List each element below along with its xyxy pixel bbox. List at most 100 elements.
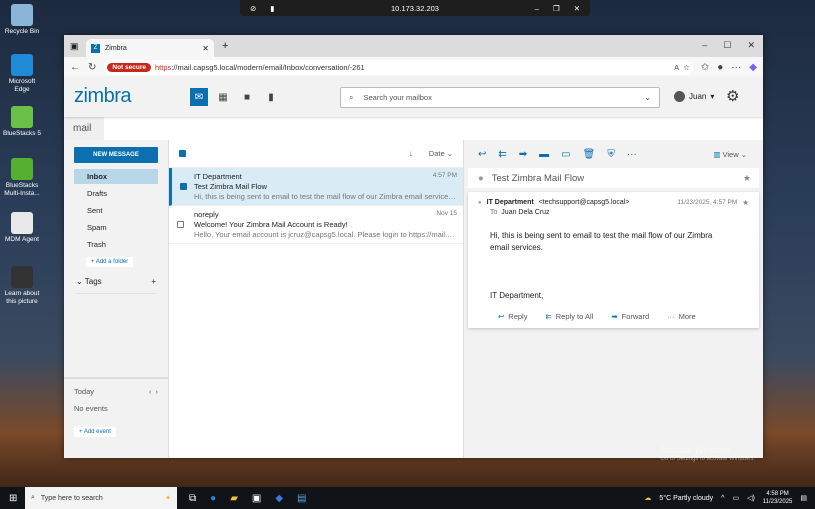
favorite-icon[interactable]: ☆ [683,63,690,72]
favorites-icon[interactable]: ✩ [701,62,709,73]
weather-text[interactable]: 5°C Partly cloudy [659,495,713,502]
new-tab-icon[interactable]: + [222,40,228,52]
store-icon[interactable]: ▣ [252,493,261,504]
more-actions-icon[interactable]: ··· [627,149,637,160]
desktop-icon[interactable]: Microsoft Edge [2,54,42,94]
move-icon[interactable]: ▭ [561,149,570,160]
new-message-button[interactable]: NEW MESSAGE [74,147,158,163]
not-secure-badge[interactable]: Not secure [107,62,151,72]
more-button[interactable]: ··· More [667,312,696,321]
reply-all-button[interactable]: ⇇ Reply to All [545,312,593,321]
sender-name[interactable]: IT Department [487,199,534,206]
folder-item[interactable]: Sent [74,203,158,218]
row-subject: Welcome! Your Zimbra Mail Account is Rea… [194,220,348,229]
message-row[interactable]: IT Department Test Zimbra Mail Flow Hi, th… [169,168,463,206]
search-input[interactable]: ⌕ Search your mailbox ⌄ [340,87,660,108]
taskbar-search[interactable]: ⌕ Type here to search ✦ [25,487,177,509]
gear-icon[interactable]: ⚙ [726,87,739,105]
desktop-icon[interactable]: Recycle Bin [2,4,42,36]
user-menu[interactable]: Juan ▾ [674,91,714,102]
select-all-checkbox[interactable] [179,150,186,157]
forward-button[interactable]: ➡ Forward [611,312,649,321]
star-icon[interactable]: ★ [743,173,751,184]
restore-icon[interactable]: ❐ [553,4,560,13]
desktop-icon-label: MDM Agent [5,236,39,243]
reply-icon[interactable]: ↩ [478,149,486,160]
row-checkbox[interactable] [180,183,187,190]
add-tag-icon[interactable]: + [151,277,156,286]
calendar-app-icon[interactable]: ▦ [214,88,232,106]
message-date: 11/23/2025, 4:57 PM [677,199,738,206]
folder-item[interactable]: Inbox [74,169,158,184]
reply-all-icon[interactable]: ⇇ [498,149,506,160]
tags-toggle[interactable]: ⌄ Tags [76,277,102,286]
desktop-icon[interactable]: BlueStacks Multi-Insta... [2,158,42,198]
tab-actions-icon[interactable]: ▣ [70,41,79,52]
star-icon[interactable]: ★ [742,198,749,207]
add-event-button[interactable]: + Add event [74,427,116,437]
tray-chevron-icon[interactable]: ^ [721,495,724,502]
start-icon[interactable]: ⊞ [9,493,17,504]
mail-app-icon[interactable]: ✉ [190,88,208,106]
watermark-text: Go to Settings to activate Windows. [660,456,755,462]
dot-icon: ● [478,172,484,184]
mail-taskbar-icon[interactable]: ◆ [275,493,283,504]
desktop-icon[interactable]: Learn about this picture [2,266,42,306]
minimize-icon[interactable]: – [535,4,539,13]
close-window-icon[interactable]: ✕ [747,40,755,51]
view-dropdown[interactable]: ▥ View ⌄ [713,150,747,159]
tab-zimbra[interactable]: Z Zimbra ✕ [86,39,214,57]
back-icon[interactable]: ← [70,62,80,73]
refresh-icon[interactable]: ↻ [88,62,96,73]
chevron-down-icon[interactable]: ⌄ [644,93,651,102]
edge-taskbar-icon[interactable]: ● [210,493,216,504]
action-label: Reply [508,312,528,321]
file-explorer-icon[interactable]: ▰ [230,493,238,504]
zimbra-logo[interactable]: zimbra [74,85,132,108]
delete-icon[interactable]: 🗑 [583,149,596,160]
remote-app-icon[interactable]: ▤ [297,493,306,504]
folder-item[interactable]: Drafts [74,186,158,201]
close-tab-icon[interactable]: ✕ [202,44,209,53]
read-aloud-icon[interactable]: A [674,63,679,72]
message: ● IT Department <techsupport@capsg5.local>… [468,192,759,328]
row-subject: Test Zimbra Mail Flow [194,182,267,191]
folder-item[interactable]: Spam [74,220,158,235]
taskbar: ⊞ ⌕ Type here to search ✦ ⧉ ● ▰ ▣ ◆ ▤ ☁ 5°C Part… [0,487,815,509]
row-checkbox[interactable] [177,221,184,228]
more-icon: ··· [667,312,675,321]
sort-direction-icon[interactable]: ↓ [409,149,413,158]
copilot-icon[interactable]: ◆ [749,62,757,73]
desktop-icon[interactable]: BlueStacks 5 [2,106,42,138]
forward-icon[interactable]: ➡ [519,149,527,160]
close-icon[interactable]: ✕ [574,4,580,13]
recipient[interactable]: Juan Dela Cruz [501,209,549,216]
add-folder-button[interactable]: + Add a folder [86,257,134,267]
maximize-window-icon[interactable]: ☐ [723,40,731,51]
signature: IT Department, [490,291,544,300]
pin-icon[interactable]: ⊘ [250,4,256,13]
spam-shield-icon[interactable]: ⛨ [607,149,615,160]
clock[interactable]: 4:58 PM 11/23/2025 [763,490,793,506]
folder-item[interactable]: Trash [74,237,158,252]
briefcase-app-icon[interactable]: ■ [238,88,256,106]
desktop-icon[interactable]: MDM Agent [2,212,42,244]
minimize-window-icon[interactable]: – [702,40,707,51]
volume-icon[interactable]: ◁) [747,494,755,502]
row-time: Nov 15 [436,210,457,217]
sort-dropdown[interactable]: Date ⌄ [429,149,453,158]
app-icon [11,266,33,288]
profile-icon[interactable]: ● [717,62,723,73]
task-view-icon[interactable]: ⧉ [189,493,196,504]
reply-button[interactable]: ↩ Reply [498,312,527,321]
archive-icon[interactable]: ▬ [539,149,549,160]
message-row[interactable]: noreply Welcome! Your Zimbra Mail Account… [169,206,463,244]
contacts-app-icon[interactable]: ▮ [262,88,280,106]
more-icon[interactable]: ··· [731,62,741,73]
network-icon[interactable]: ▭ [732,494,739,502]
sender-email: <techsupport@capsg5.local> [538,199,630,206]
prev-icon[interactable]: ‹ [149,387,152,396]
address-bar[interactable]: Not secure https://mail.capsg5.local/mode… [104,59,693,75]
notifications-icon[interactable]: ▤ [800,494,807,502]
next-icon[interactable]: › [156,387,159,396]
